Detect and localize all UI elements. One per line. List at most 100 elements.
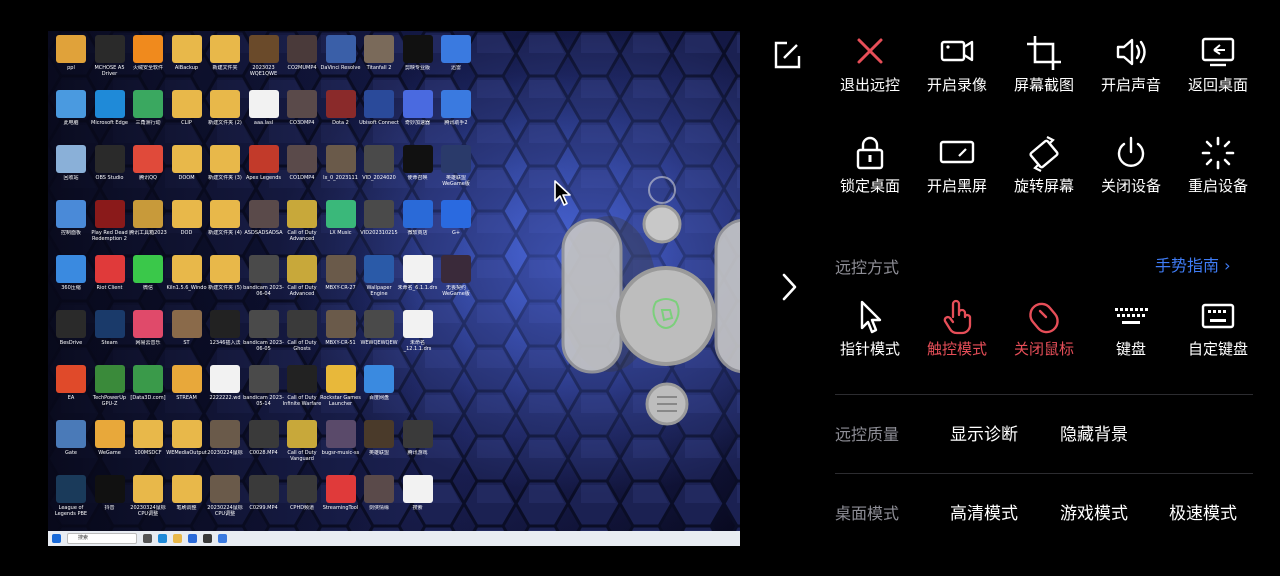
desktop-shortcut-icon[interactable]: Call of Duty Infinite Warfare <box>281 363 323 417</box>
desktop-shortcut-icon[interactable]: G+ <box>435 198 477 252</box>
desktop-shortcut-icon[interactable]: CLIP <box>166 88 208 142</box>
desktop-shortcut-icon[interactable]: 未命名_6.1.1.drs <box>397 253 439 307</box>
collapse-chevron-right-icon[interactable] <box>778 272 800 302</box>
desktop-shortcut-icon[interactable]: CO3DMP4 <box>281 88 323 142</box>
keyboard-button[interactable]: 键盘 <box>1086 297 1176 359</box>
desktop-shortcut-icon[interactable]: 2222222.wd <box>204 363 246 417</box>
desktop-shortcut-icon[interactable]: Dota 2 <box>320 88 362 142</box>
desktop-shortcut-icon[interactable]: DOOM <box>166 143 208 197</box>
desktop-shortcut-icon[interactable]: 迅雷 <box>435 33 477 87</box>
desktop-shortcut-icon[interactable]: Steam <box>89 308 131 362</box>
hide-background-option[interactable]: 隐藏背景 <box>1060 420 1128 445</box>
desktop-shortcut-icon[interactable]: ST <box>166 308 208 362</box>
desktop-shortcut-icon[interactable]: 360压缩 <box>50 253 92 307</box>
desktop-shortcut-icon[interactable]: BesDrive <box>50 308 92 362</box>
desktop-shortcut-icon[interactable]: 新建文件夹 (4) <box>204 198 246 252</box>
desktop-shortcut-icon[interactable]: Play Red Dead Redemption 2 <box>89 198 131 252</box>
desktop-shortcut-icon[interactable]: 无畏契约WeGame版 <box>435 253 477 307</box>
desktop-shortcut-icon[interactable]: 剪映专业版 <box>397 33 439 87</box>
desktop-shortcut-icon[interactable]: 英雄联盟WeGame版 <box>435 143 477 197</box>
desktop-shortcut-icon[interactable]: OBS Studio <box>89 143 131 197</box>
desktop-shortcut-icon[interactable]: MBXY-CR-27 <box>320 253 362 307</box>
desktop-shortcut-icon[interactable]: 使命召唤 <box>397 143 439 197</box>
desktop-shortcut-icon[interactable]: 火绒安全软件 <box>127 33 169 87</box>
explorer-taskbar-icon[interactable] <box>173 534 182 543</box>
screenshot-button[interactable]: 屏幕截图 <box>999 33 1089 95</box>
desktop-shortcut-icon[interactable]: 20230224鼠标CPU调整 <box>204 473 246 527</box>
desktop-shortcut-icon[interactable]: WEWQEWQEW <box>358 308 400 362</box>
floating-game-controller[interactable] <box>558 176 740 476</box>
custom-keyboard-button[interactable]: 自定键盘 <box>1173 297 1263 359</box>
start-recording-button[interactable]: 开启录像 <box>912 33 1002 95</box>
desktop-shortcut-icon[interactable]: Apex Legends <box>243 143 285 197</box>
desktop-shortcut-icon[interactable]: 2023023 WQE1QWE <box>243 33 285 87</box>
touch-mode-button[interactable]: 触控模式 <box>912 297 1002 359</box>
desktop-shortcut-icon[interactable]: WEMediaOutput <box>166 418 208 472</box>
desktop-shortcut-icon[interactable]: Call of Duty Advanced <box>281 253 323 307</box>
desktop-shortcut-icon[interactable]: [Data3D.com] <box>127 363 169 417</box>
app-taskbar-icon[interactable] <box>203 534 212 543</box>
desktop-shortcut-icon[interactable]: 三角洲行动 <box>127 88 169 142</box>
desktop-shortcut-icon[interactable]: bandicam 2023-05-14 <box>243 363 285 417</box>
desktop-shortcut-icon[interactable]: StreamingTool <box>320 473 362 527</box>
desktop-shortcut-icon[interactable]: 微信 <box>127 253 169 307</box>
desktop-shortcut-icon[interactable]: bandicam 2023-06-05 <box>243 308 285 362</box>
desktop-shortcut-icon[interactable]: 回收站 <box>50 143 92 197</box>
desktop-shortcut-icon[interactable]: STREAM <box>166 363 208 417</box>
desktop-shortcut-icon[interactable]: AIBackup <box>166 33 208 87</box>
exit-remote-button[interactable]: 退出远控 <box>825 33 915 95</box>
desktop-shortcut-icon[interactable]: Wallpaper Engine <box>358 253 400 307</box>
desktop-shortcut-icon[interactable]: VID_2024020 <box>358 143 400 197</box>
store-taskbar-icon[interactable] <box>188 534 197 543</box>
desktop-shortcut-icon[interactable]: Call of Duty Advanced <box>281 198 323 252</box>
show-diagnostics-option[interactable]: 显示诊断 <box>950 420 1018 445</box>
desktop-shortcut-icon[interactable]: CO1DMP4 <box>281 143 323 197</box>
desktop-shortcut-icon[interactable]: 100MSDCF <box>127 418 169 472</box>
desktop-shortcut-icon[interactable]: DaVinci Resolve <box>320 33 362 87</box>
app-taskbar-icon-2[interactable] <box>218 534 227 543</box>
hd-mode-option[interactable]: 高清模式 <box>950 499 1018 524</box>
desktop-shortcut-icon[interactable]: 英雄联盟 <box>358 418 400 472</box>
remote-desktop-view[interactable]: ppl MCHOSE A5 Driver 火绒安全软件 AIBackup 新建文件夹 20… <box>48 31 740 546</box>
desktop-shortcut-icon[interactable]: TechPowerUp GPU-Z <box>89 363 131 417</box>
desktop-shortcut-icon[interactable]: CPHD频道 <box>281 473 323 527</box>
desktop-shortcut-icon[interactable]: Microsoft Edge <box>89 88 131 142</box>
desktop-shortcut-icon[interactable]: Ubisoft Connect <box>358 88 400 142</box>
desktop-shortcut-icon[interactable]: LX Music <box>320 198 362 252</box>
desktop-shortcut-icon[interactable]: League of Legends PBE <box>50 473 92 527</box>
desktop-shortcut-icon[interactable]: Titanfall 2 <box>358 33 400 87</box>
desktop-shortcut-icon[interactable]: 20230324鼠标CPU调整 <box>127 473 169 527</box>
task-view-icon[interactable] <box>143 534 152 543</box>
gesture-guide-link[interactable]: 手势指南 › <box>1155 252 1231 276</box>
desktop-shortcut-icon[interactable]: ppl <box>50 33 92 87</box>
desktop-shortcut-icon[interactable]: bugsr-music-ss <box>320 418 362 472</box>
desktop-shortcut-icon[interactable]: 笔刷调整 <box>166 473 208 527</box>
desktop-shortcut-icon[interactable]: MCHOSE A5 Driver <box>89 33 131 87</box>
desktop-shortcut-icon[interactable]: 20230224鼠标 <box>204 418 246 472</box>
desktop-shortcut-icon[interactable]: VID202310215 <box>358 198 400 252</box>
desktop-shortcut-icon[interactable]: Riot Client <box>89 253 131 307</box>
desktop-shortcut-icon[interactable]: Call of Duty Vanguard <box>281 418 323 472</box>
desktop-shortcut-icon[interactable]: 腾讯游戏 <box>397 418 439 472</box>
start-icon[interactable] <box>52 534 61 543</box>
desktop-shortcut-icon[interactable]: CO2MUMP4 <box>281 33 323 87</box>
desktop-shortcut-icon[interactable]: Call of Duty Ghosts <box>281 308 323 362</box>
desktop-shortcut-icon[interactable]: MBXY-CR-51 <box>320 308 362 362</box>
desktop-shortcut-icon[interactable]: 网易云音乐 <box>127 308 169 362</box>
desktop-shortcut-icon[interactable]: 腾讯QQ <box>127 143 169 197</box>
desktop-shortcut-icon[interactable]: 新建文件夹 (3) <box>204 143 246 197</box>
desktop-shortcut-icon[interactable]: ASDSADSADSA <box>243 198 285 252</box>
desktop-shortcut-icon[interactable]: 剑侠情缘 <box>358 473 400 527</box>
desktop-shortcut-icon[interactable]: Rockstar Games Launcher <box>320 363 362 417</box>
desktop-shortcut-icon[interactable]: 此电脑 <box>50 88 92 142</box>
edge-taskbar-icon[interactable] <box>158 534 167 543</box>
desktop-shortcut-icon[interactable]: 腾讯助手2 <box>435 88 477 142</box>
game-mode-option[interactable]: 游戏模式 <box>1060 499 1128 524</box>
enable-sound-button[interactable]: 开启声音 <box>1086 33 1176 95</box>
edit-icon[interactable] <box>770 38 804 72</box>
speed-mode-option[interactable]: 极速模式 <box>1169 499 1237 524</box>
black-screen-button[interactable]: 开启黑屏 <box>912 134 1002 196</box>
desktop-shortcut-icon[interactable]: 搜索 <box>397 473 439 527</box>
disable-mouse-button[interactable]: 关闭鼠标 <box>999 297 1089 359</box>
desktop-shortcut-icon[interactable]: lx_0_2023111 <box>320 143 362 197</box>
